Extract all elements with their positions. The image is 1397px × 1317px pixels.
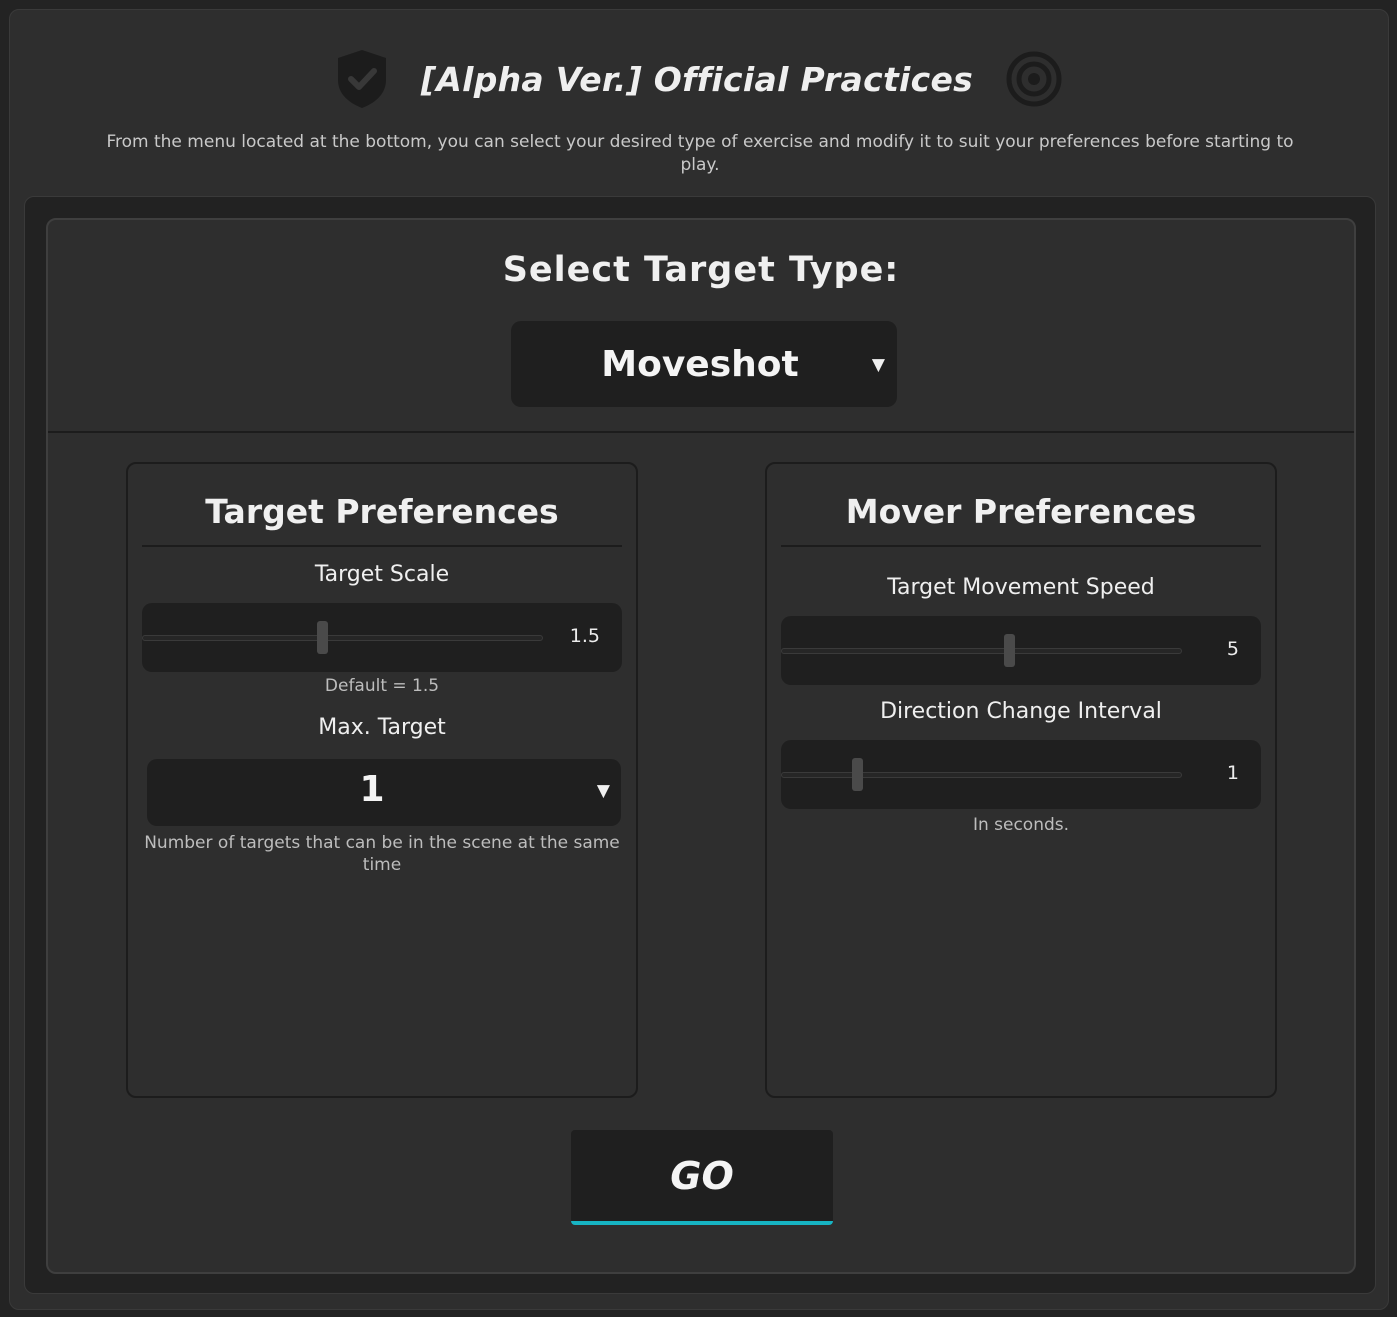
max-target-value: 1 [359,769,385,810]
direction-interval-hint: In seconds. [972,815,1070,835]
settings-inner-panel: Select Target Type: Moveshot ▼ Target Pr… [46,218,1356,1274]
max-target-hint: Number of targets that can be in the sce… [144,833,620,875]
direction-interval-label: Direction Change Interval [880,699,1162,724]
target-scale-track[interactable] [142,635,543,641]
movement-speed-handle[interactable] [1004,634,1015,667]
movement-speed-label: Target Movement Speed [887,575,1155,600]
shield-check-icon [337,50,386,108]
max-target-select[interactable]: 1 ▼ [147,759,621,826]
movement-speed-track[interactable] [781,648,1182,654]
title-row: [Alpha Ver.] Official Practices [10,44,1388,114]
section-divider [48,431,1354,433]
movement-speed-slider-box: 5 [781,616,1261,685]
page-description: From the menu located at the bottom, you… [106,132,1294,175]
page-title: [Alpha Ver.] Official Practices [420,59,974,99]
target-type-select[interactable]: Moveshot ▼ [511,321,897,407]
target-type-heading: Select Target Type: [502,250,900,290]
direction-interval-value: 1 [1226,762,1239,784]
chevron-down-icon: ▼ [871,355,885,375]
target-type-value: Moveshot [601,343,799,385]
target-scale-slider-box: 1.5 [142,603,622,672]
card-divider [781,545,1261,547]
mover-preferences-card: Mover Preferences Target Movement Speed … [765,462,1277,1098]
target-preferences-card: Target Preferences Target Scale 1.5 Defa… [126,462,638,1098]
max-target-label: Max. Target [318,715,446,740]
chevron-down-icon: ▼ [596,781,610,801]
movement-speed-value: 5 [1226,638,1239,660]
settings-panel: Select Target Type: Moveshot ▼ Target Pr… [24,196,1376,1294]
mover-preferences-title: Mover Preferences [845,492,1197,531]
target-scale-value: 1.5 [569,625,600,647]
card-divider [142,545,622,547]
target-scale-label: Target Scale [314,562,450,587]
go-button-label: GO [670,1153,734,1198]
target-scale-handle[interactable] [317,621,328,654]
target-preferences-title: Target Preferences [205,492,559,531]
target-icon [1006,51,1062,107]
direction-interval-slider-box: 1 [781,740,1261,809]
direction-interval-track[interactable] [781,772,1182,778]
direction-interval-handle[interactable] [852,758,863,791]
go-button[interactable]: GO [571,1130,833,1225]
header: [Alpha Ver.] Official Practices From the… [10,10,1388,196]
target-scale-hint: Default = 1.5 [324,676,440,696]
practice-window: [Alpha Ver.] Official Practices From the… [9,9,1389,1310]
